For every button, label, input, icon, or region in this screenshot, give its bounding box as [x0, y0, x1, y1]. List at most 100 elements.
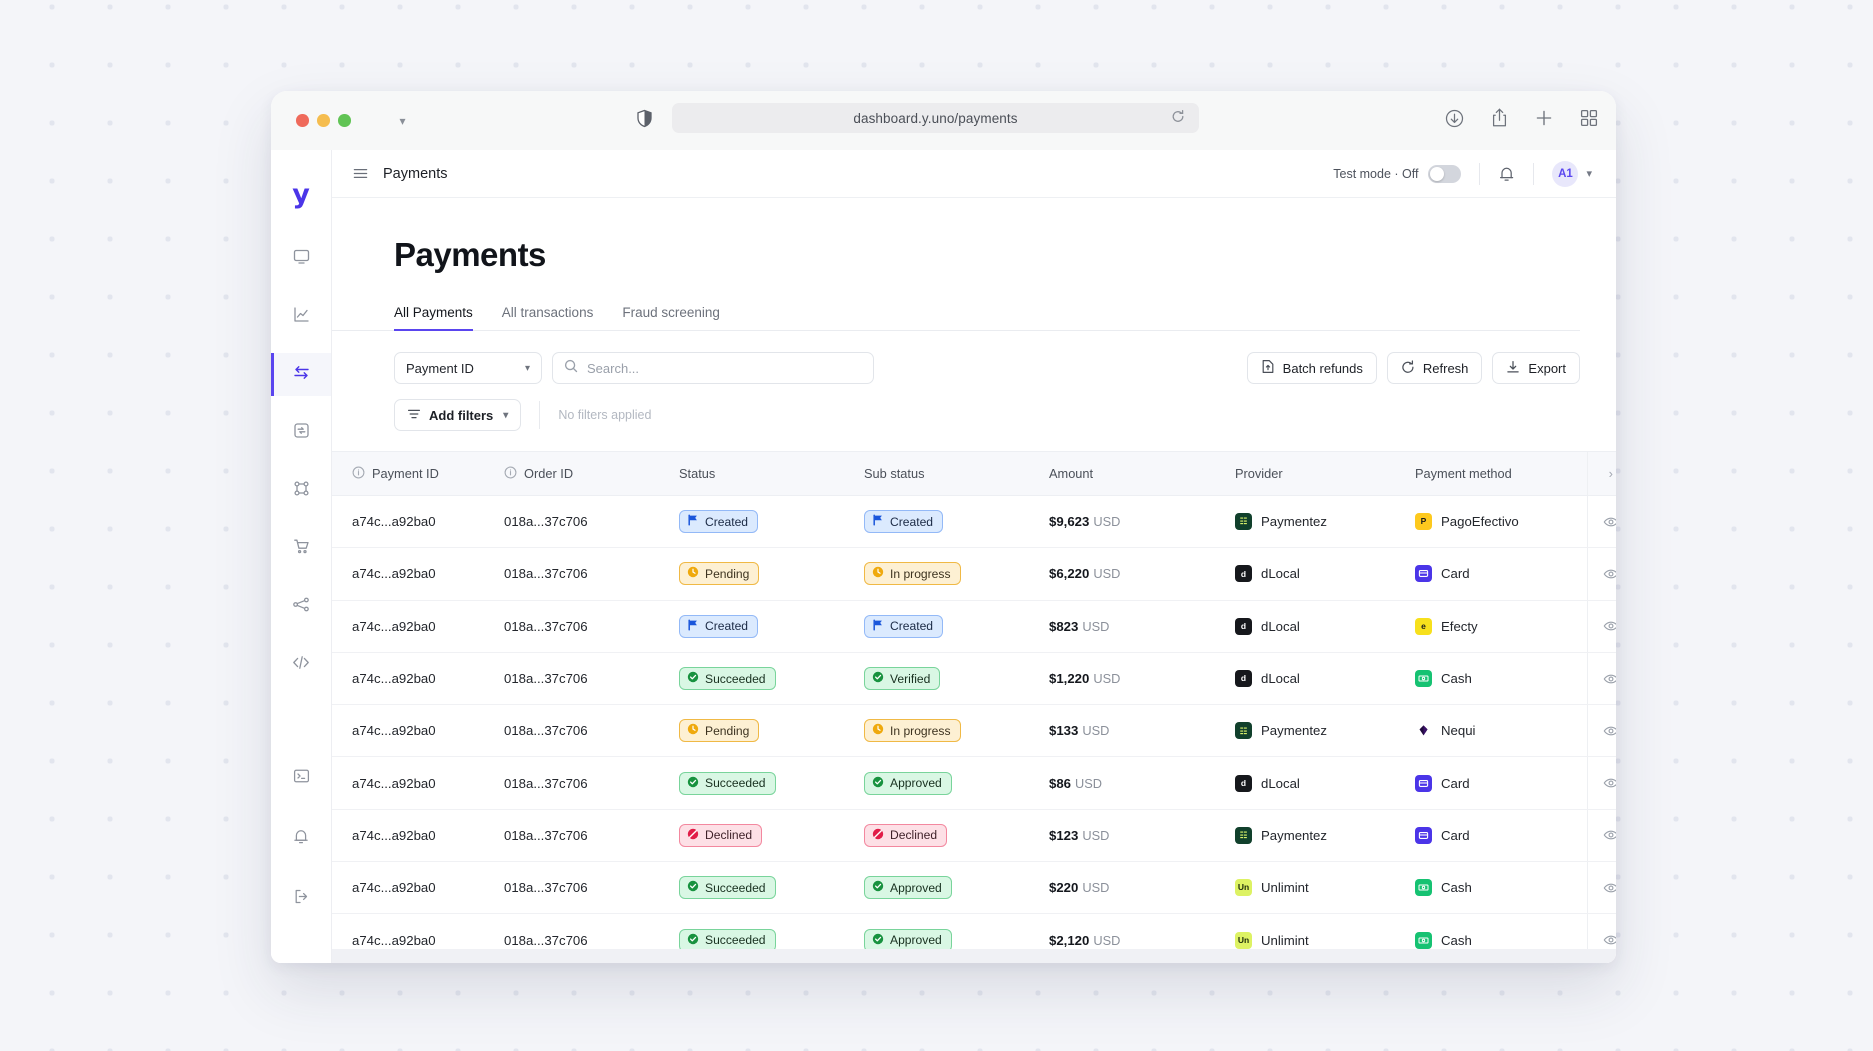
- table-row[interactable]: a74c...a92ba0018a...37c706DeclinedDeclin…: [332, 809, 1616, 861]
- cell-payment-id[interactable]: a74c...a92ba0: [332, 809, 504, 861]
- table-row[interactable]: a74c...a92ba0018a...37c706PendingIn prog…: [332, 705, 1616, 757]
- table-row[interactable]: a74c...a92ba0018a...37c706PendingIn prog…: [332, 548, 1616, 600]
- avatar[interactable]: A1: [1552, 161, 1578, 187]
- table-row[interactable]: a74c...a92ba0018a...37c706SucceededVerif…: [332, 652, 1616, 704]
- cell-order-id[interactable]: 018a...37c706: [504, 757, 679, 809]
- column-header-order-id[interactable]: Order ID: [504, 452, 679, 496]
- window-controls[interactable]: [296, 114, 351, 127]
- close-window-button[interactable]: [296, 114, 309, 127]
- reload-icon[interactable]: [1171, 110, 1185, 127]
- search-box[interactable]: [552, 352, 874, 384]
- efecty-logo-icon: e: [1415, 618, 1432, 635]
- address-bar[interactable]: dashboard.y.uno/payments: [672, 103, 1199, 133]
- cell-preview[interactable]: [1587, 809, 1616, 861]
- cell-preview[interactable]: [1587, 652, 1616, 704]
- eye-icon[interactable]: [1588, 932, 1617, 948]
- eye-icon[interactable]: [1588, 514, 1617, 530]
- tab-all-payments[interactable]: All Payments: [394, 305, 473, 330]
- cell-payment-id[interactable]: a74c...a92ba0: [332, 757, 504, 809]
- test-mode-toggle[interactable]: [1428, 165, 1461, 183]
- column-header-expand[interactable]: ›: [1587, 452, 1616, 496]
- cell-payment-id[interactable]: a74c...a92ba0: [332, 862, 504, 914]
- logout-icon: [293, 888, 310, 910]
- cell-order-id[interactable]: 018a...37c706: [504, 600, 679, 652]
- cell-order-id[interactable]: 018a...37c706: [504, 652, 679, 704]
- batch-refunds-button[interactable]: Batch refunds: [1247, 352, 1377, 384]
- column-header-sub-status[interactable]: Sub status: [864, 452, 1049, 496]
- cell-preview[interactable]: [1587, 600, 1616, 652]
- tab-all-transactions[interactable]: All transactions: [502, 305, 594, 330]
- table-row[interactable]: a74c...a92ba0018a...37c706CreatedCreated…: [332, 600, 1616, 652]
- sidebar-item-payments[interactable]: [271, 353, 331, 396]
- breadcrumb[interactable]: Payments: [383, 166, 447, 182]
- search-input[interactable]: [587, 361, 862, 376]
- tab-overview-icon[interactable]: [1580, 109, 1598, 132]
- share-icon[interactable]: [1491, 108, 1508, 133]
- eye-icon[interactable]: [1588, 880, 1617, 896]
- sidebar-item-analytics[interactable]: [271, 295, 331, 338]
- shield-icon[interactable]: [637, 109, 652, 132]
- cell-payment-id[interactable]: a74c...a92ba0: [332, 496, 504, 548]
- table-row[interactable]: a74c...a92ba0018a...37c706SucceededAppro…: [332, 757, 1616, 809]
- tab-fraud-screening[interactable]: Fraud screening: [622, 305, 720, 330]
- pagoefectivo-logo-icon: P: [1415, 513, 1432, 530]
- cell-preview[interactable]: [1587, 862, 1616, 914]
- download-icon[interactable]: [1445, 109, 1464, 133]
- cell-order-id[interactable]: 018a...37c706: [504, 496, 679, 548]
- column-header-amount[interactable]: Amount: [1049, 452, 1235, 496]
- cell-payment-id[interactable]: a74c...a92ba0: [332, 652, 504, 704]
- success-icon: [872, 776, 884, 791]
- cell-order-id[interactable]: 018a...37c706: [504, 548, 679, 600]
- sidebar-toggle-chevron-icon[interactable]: ▾: [400, 115, 406, 127]
- cell-preview[interactable]: [1587, 705, 1616, 757]
- cell-payment-id[interactable]: a74c...a92ba0: [332, 548, 504, 600]
- search-field-select[interactable]: Payment ID ▾: [394, 352, 542, 384]
- status-badge: Created: [679, 615, 758, 638]
- cell-provider: ddLocal: [1235, 652, 1415, 704]
- sidebar-item-subscriptions[interactable]: [271, 411, 331, 454]
- notifications-bell-icon[interactable]: [1498, 165, 1515, 183]
- export-button[interactable]: Export: [1492, 352, 1580, 384]
- eye-icon[interactable]: [1588, 775, 1617, 791]
- eye-icon[interactable]: [1588, 723, 1617, 739]
- chevron-down-icon[interactable]: ▾: [1586, 167, 1592, 180]
- sidebar-item-dashboard[interactable]: [271, 237, 331, 280]
- column-header-provider[interactable]: Provider: [1235, 452, 1415, 496]
- column-header-status[interactable]: Status: [679, 452, 864, 496]
- cell-payment-id[interactable]: a74c...a92ba0: [332, 600, 504, 652]
- sidebar-item-developers[interactable]: [271, 643, 331, 686]
- cell-order-id[interactable]: 018a...37c706: [504, 862, 679, 914]
- column-header-payment-id[interactable]: Payment ID: [332, 452, 504, 496]
- eye-icon[interactable]: [1588, 566, 1617, 582]
- sidebar-item-checkout[interactable]: [271, 527, 331, 570]
- cell-payment-id[interactable]: a74c...a92ba0: [332, 705, 504, 757]
- sidebar-item-connections[interactable]: [271, 585, 331, 628]
- sidebar-item-notifications[interactable]: [271, 817, 331, 860]
- maximize-window-button[interactable]: [338, 114, 351, 127]
- new-tab-icon[interactable]: [1535, 109, 1553, 132]
- add-filters-button[interactable]: Add filters ▾: [394, 399, 521, 431]
- cell-preview[interactable]: [1587, 757, 1616, 809]
- cell-preview[interactable]: [1587, 496, 1616, 548]
- status-badge: Succeeded: [679, 876, 776, 899]
- table-row[interactable]: a74c...a92ba0018a...37c706SucceededAppro…: [332, 862, 1616, 914]
- menu-toggle-icon[interactable]: [352, 165, 369, 182]
- cell-status: Pending: [679, 705, 864, 757]
- paymentez-logo-icon: ☷: [1235, 722, 1252, 739]
- refresh-button[interactable]: Refresh: [1387, 352, 1483, 384]
- sidebar-item-routing[interactable]: [271, 469, 331, 512]
- sidebar-item-console[interactable]: [271, 757, 331, 800]
- cash-logo-icon: [1415, 932, 1432, 949]
- eye-icon[interactable]: [1588, 827, 1617, 843]
- minimize-window-button[interactable]: [317, 114, 330, 127]
- cell-preview[interactable]: [1587, 548, 1616, 600]
- table-row[interactable]: a74c...a92ba0018a...37c706CreatedCreated…: [332, 496, 1616, 548]
- add-filters-label: Add filters: [429, 408, 493, 423]
- brand-logo[interactable]: y: [271, 166, 331, 222]
- eye-icon[interactable]: [1588, 618, 1617, 634]
- column-header-payment-method[interactable]: Payment method: [1415, 452, 1587, 496]
- sidebar-item-logout[interactable]: [271, 877, 331, 920]
- cell-order-id[interactable]: 018a...37c706: [504, 705, 679, 757]
- cell-order-id[interactable]: 018a...37c706: [504, 809, 679, 861]
- eye-icon[interactable]: [1588, 671, 1617, 687]
